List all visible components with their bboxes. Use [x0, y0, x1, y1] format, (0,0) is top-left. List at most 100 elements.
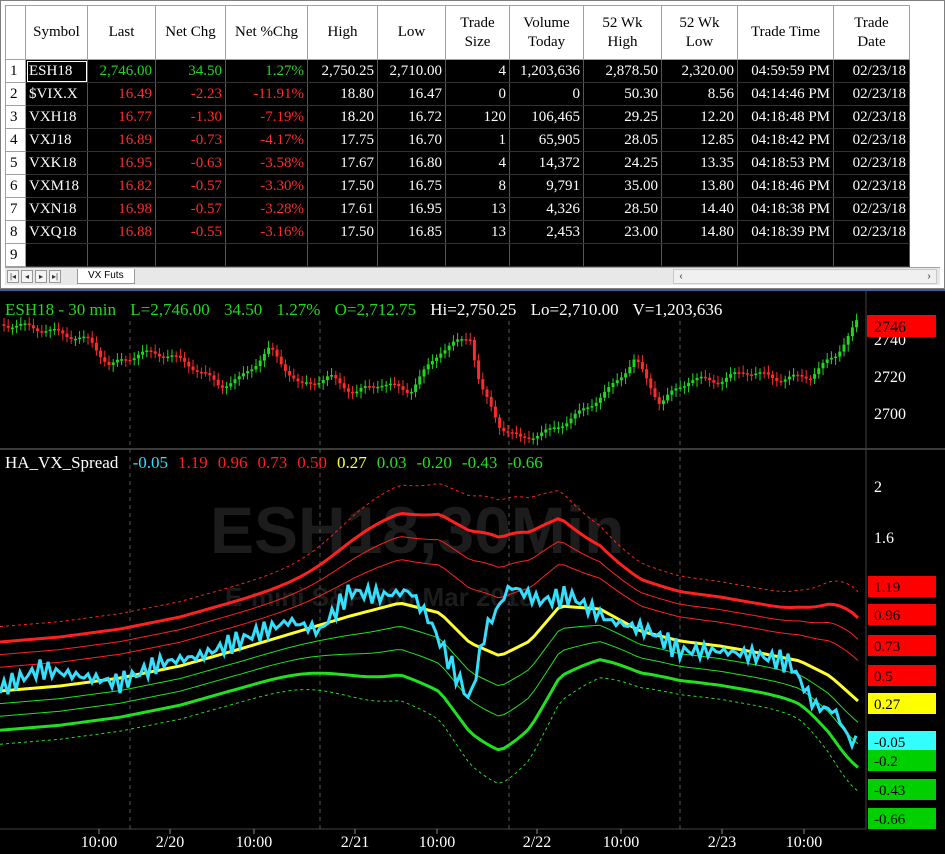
cell-high[interactable]: 17.75 — [307, 128, 378, 152]
cell-52wk-low[interactable]: 14.40 — [661, 197, 738, 221]
cell-trade-size[interactable]: 120 — [445, 105, 510, 129]
cell-trade-size[interactable]: 0 — [445, 82, 510, 106]
cell-low[interactable]: 16.95 — [377, 197, 446, 221]
col-header-high[interactable]: High — [307, 5, 378, 60]
next-sheet-button[interactable]: ▸ — [35, 270, 47, 283]
cell-trade-time[interactable]: 04:18:46 PM — [737, 174, 834, 198]
cell-trade-date[interactable]: 02/23/18 — [833, 197, 910, 221]
cell-last[interactable]: 16.88 — [87, 220, 156, 244]
cell-net-pct-chg[interactable]: -3.28% — [225, 197, 308, 221]
cell-52wk-low[interactable]: 13.35 — [661, 151, 738, 175]
quote-row[interactable]: 9 — [5, 243, 910, 267]
cell-trade-time[interactable]: 04:18:39 PM — [737, 220, 834, 244]
cell-volume-today[interactable]: 1,203,636 — [509, 59, 584, 83]
row-number[interactable]: 6 — [5, 174, 26, 198]
cell-52wk-high[interactable]: 28.05 — [583, 128, 662, 152]
cell-52wk-low[interactable] — [661, 243, 738, 267]
row-number[interactable]: 8 — [5, 220, 26, 244]
cell-trade-size[interactable]: 13 — [445, 197, 510, 221]
cell-52wk-high[interactable]: 35.00 — [583, 174, 662, 198]
cell-net-chg[interactable]: -2.23 — [155, 82, 226, 106]
cell-last[interactable]: 16.95 — [87, 151, 156, 175]
cell-high[interactable]: 18.20 — [307, 105, 378, 129]
cell-net-chg[interactable] — [155, 243, 226, 267]
col-header-trade-time[interactable]: Trade Time — [737, 5, 834, 60]
prev-sheet-button[interactable]: ◂ — [21, 270, 33, 283]
cell-trade-time[interactable]: 04:18:42 PM — [737, 128, 834, 152]
col-header-symbol[interactable]: Symbol — [25, 5, 88, 60]
cell-high[interactable] — [307, 243, 378, 267]
cell-trade-date[interactable]: 02/23/18 — [833, 59, 910, 83]
cell-last[interactable]: 16.49 — [87, 82, 156, 106]
cell-net-chg[interactable]: 34.50 — [155, 59, 226, 83]
cell-trade-size[interactable]: 4 — [445, 151, 510, 175]
cell-52wk-low[interactable]: 13.80 — [661, 174, 738, 198]
cell-symbol[interactable]: VXQ18 — [25, 220, 88, 244]
cell-volume-today[interactable]: 4,326 — [509, 197, 584, 221]
cell-last[interactable]: 16.77 — [87, 105, 156, 129]
cell-trade-time[interactable]: 04:18:48 PM — [737, 105, 834, 129]
quote-row[interactable]: 4 VXJ18 16.89 -0.73 -4.17% 17.75 16.70 1 65,905 2… — [5, 128, 910, 152]
cell-net-chg[interactable]: -0.73 — [155, 128, 226, 152]
horizontal-scrollbar[interactable]: ‹ › — [673, 269, 937, 284]
cell-last[interactable]: 16.98 — [87, 197, 156, 221]
cell-symbol[interactable]: VXJ18 — [25, 128, 88, 152]
col-header-low[interactable]: Low — [377, 5, 446, 60]
cell-volume-today[interactable]: 65,905 — [509, 128, 584, 152]
cell-volume-today[interactable]: 106,465 — [509, 105, 584, 129]
cell-volume-today[interactable]: 9,791 — [509, 174, 584, 198]
cell-last[interactable]: 2,746.00 — [87, 59, 156, 83]
cell-net-chg[interactable]: -0.55 — [155, 220, 226, 244]
cell-high[interactable]: 17.67 — [307, 151, 378, 175]
cell-net-pct-chg[interactable]: -3.58% — [225, 151, 308, 175]
cell-low[interactable] — [377, 243, 446, 267]
cell-52wk-low[interactable]: 14.80 — [661, 220, 738, 244]
corner-cell[interactable] — [5, 5, 26, 60]
cell-symbol[interactable]: VXK18 — [25, 151, 88, 175]
cell-trade-size[interactable]: 13 — [445, 220, 510, 244]
cell-52wk-low[interactable]: 2,320.00 — [661, 59, 738, 83]
cell-net-chg[interactable]: -0.63 — [155, 151, 226, 175]
cell-symbol[interactable]: VXH18 — [25, 105, 88, 129]
cell-high[interactable]: 18.80 — [307, 82, 378, 106]
cell-net-pct-chg[interactable]: -7.19% — [225, 105, 308, 129]
cell-symbol[interactable]: VXM18 — [25, 174, 88, 198]
cell-net-pct-chg[interactable] — [225, 243, 308, 267]
cell-trade-time[interactable]: 04:14:46 PM — [737, 82, 834, 106]
scroll-right-icon[interactable]: › — [922, 270, 936, 283]
cell-low[interactable]: 16.70 — [377, 128, 446, 152]
cell-high[interactable]: 2,750.25 — [307, 59, 378, 83]
col-header-trade-date[interactable]: Trade Date — [833, 5, 910, 60]
cell-52wk-high[interactable]: 50.30 — [583, 82, 662, 106]
cell-symbol[interactable]: $VIX.X — [25, 82, 88, 106]
row-number[interactable]: 4 — [5, 128, 26, 152]
cell-trade-size[interactable]: 4 — [445, 59, 510, 83]
quote-row[interactable]: 3 VXH18 16.77 -1.30 -7.19% 18.20 16.72 120 106,4… — [5, 105, 910, 129]
col-header-volume-today[interactable]: Volume Today — [509, 5, 584, 60]
cell-net-chg[interactable]: -0.57 — [155, 174, 226, 198]
cell-last[interactable]: 16.89 — [87, 128, 156, 152]
cell-last[interactable] — [87, 243, 156, 267]
cell-trade-time[interactable]: 04:18:38 PM — [737, 197, 834, 221]
cell-low[interactable]: 16.75 — [377, 174, 446, 198]
row-number[interactable]: 2 — [5, 82, 26, 106]
quote-row[interactable]: 1 ESH18 2,746.00 34.50 1.27% 2,750.25 2,710.00… — [5, 59, 910, 83]
row-number[interactable]: 3 — [5, 105, 26, 129]
cell-high[interactable]: 17.50 — [307, 174, 378, 198]
chart-canvas[interactable]: ESH18,30Min E-mini S&P 500 Mar 2018 ESH1… — [0, 291, 945, 854]
scroll-left-icon[interactable]: ‹ — [674, 270, 688, 283]
cell-high[interactable]: 17.61 — [307, 197, 378, 221]
cell-52wk-low[interactable]: 12.20 — [661, 105, 738, 129]
col-header-52wk-low[interactable]: 52 Wk Low — [661, 5, 738, 60]
cell-52wk-high[interactable]: 23.00 — [583, 220, 662, 244]
col-header-trade-size[interactable]: Trade Size — [445, 5, 510, 60]
cell-trade-date[interactable]: 02/23/18 — [833, 174, 910, 198]
cell-trade-time[interactable] — [737, 243, 834, 267]
cell-volume-today[interactable]: 14,372 — [509, 151, 584, 175]
quote-row[interactable]: 8 VXQ18 16.88 -0.55 -3.16% 17.50 16.85 13 2,453 2… — [5, 220, 910, 244]
last-sheet-button[interactable]: ▸| — [49, 270, 61, 283]
cell-trade-date[interactable]: 02/23/18 — [833, 128, 910, 152]
cell-trade-time[interactable]: 04:18:53 PM — [737, 151, 834, 175]
cell-volume-today[interactable]: 2,453 — [509, 220, 584, 244]
cell-net-chg[interactable]: -1.30 — [155, 105, 226, 129]
